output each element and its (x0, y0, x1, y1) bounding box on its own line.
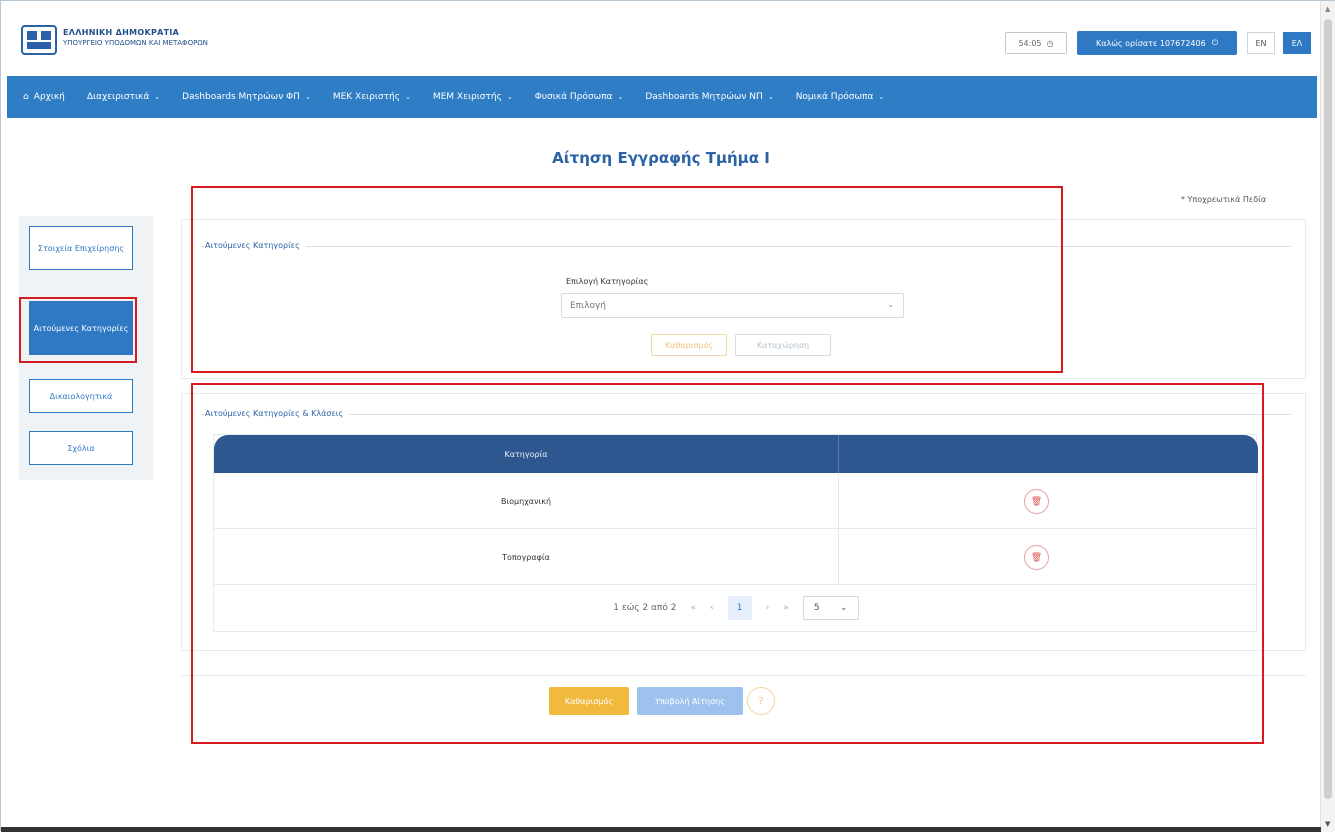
chevron-down-icon: ⌄ (154, 93, 161, 101)
vertical-scrollbar[interactable]: ▲ ▼ (1320, 1, 1335, 832)
user-menu-button[interactable]: Καλώς ορίσατε 107672406 ⏻ (1077, 31, 1237, 55)
nav-admin[interactable]: Διαχειριστικά ⌄ (87, 92, 160, 102)
session-timer: 54:05 ◷ (1005, 32, 1067, 54)
nav-legal-persons[interactable]: Νομικά Πρόσωπα ⌄ (796, 92, 885, 102)
nav-home-label: Αρχική (33, 92, 65, 102)
nav-mek[interactable]: ΜΕΚ Χειριστής ⌄ (333, 92, 411, 102)
nav-mem-label: ΜΕΜ Χειριστής (432, 92, 502, 102)
side-item-documents[interactable]: Δικαιολογητικά (29, 379, 133, 413)
chevron-down-icon: ⌄ (878, 93, 885, 101)
nav-mek-label: ΜΕΚ Χειριστής (332, 92, 400, 102)
ministry-logo-icon (21, 25, 57, 55)
clock-icon: ◷ (1046, 38, 1054, 48)
highlight-side-item (19, 297, 137, 363)
nav-dashboards-fp[interactable]: Dashboards Μητρώων ΦΠ ⌄ (182, 92, 311, 102)
nav-dashboards-np[interactable]: Dashboards Μητρώων ΝΠ ⌄ (645, 92, 773, 102)
nav-home[interactable]: ⌂ Αρχική (23, 92, 65, 102)
brand-line-2: ΥΠΟΥΡΓΕΙΟ ΥΠΟΔΟΜΩΝ ΚΑΙ ΜΕΤΑΦΟΡΩΝ (63, 39, 208, 47)
page-title: Αίτηση Εγγραφής Τμήμα Ι (552, 149, 770, 167)
required-fields-note: * Υποχρεωτικά Πεδία (1181, 195, 1267, 204)
window-bottom-edge (1, 827, 1321, 832)
nav-mem[interactable]: ΜΕΜ Χειριστής ⌄ (433, 92, 513, 102)
highlight-category-selection (191, 186, 1063, 373)
nav-natural-persons-label: Φυσικά Πρόσωπα (534, 92, 613, 102)
header: ΕΛΛΗΝΙΚΗ ΔΗΜΟΚΡΑΤΙΑ ΥΠΟΥΡΓΕΙΟ ΥΠΟΔΟΜΩΝ Κ… (7, 15, 1317, 71)
nav-natural-persons[interactable]: Φυσικά Πρόσωπα ⌄ (535, 92, 624, 102)
chevron-down-icon: ⌄ (767, 93, 774, 101)
home-icon: ⌂ (23, 92, 29, 102)
highlight-categories-table (191, 383, 1264, 744)
scroll-up-icon[interactable]: ▲ (1325, 5, 1330, 13)
brand-line-1: ΕΛΛΗΝΙΚΗ ΔΗΜΟΚΡΑΤΙΑ (63, 28, 180, 37)
nav-dashboards-np-label: Dashboards Μητρώων ΝΠ (645, 92, 763, 102)
side-item-comments[interactable]: Σχόλια (29, 431, 133, 465)
welcome-text: Καλώς ορίσατε 107672406 (1095, 38, 1206, 48)
scrollbar-thumb[interactable] (1324, 19, 1332, 799)
lang-en-button[interactable]: EN (1247, 32, 1275, 54)
timer-value: 54:05 (1018, 38, 1042, 48)
chevron-down-icon: ⌄ (506, 93, 513, 101)
side-item-company-details[interactable]: Στοιχεία Επιχείρησης (29, 226, 133, 270)
power-icon: ⏻ (1211, 38, 1219, 47)
main-nav: ⌂ Αρχική Διαχειριστικά ⌄ Dashboards Μητρ… (7, 76, 1317, 118)
nav-legal-persons-label: Νομικά Πρόσωπα (795, 92, 874, 102)
lang-el-button[interactable]: ΕΛ (1283, 32, 1311, 54)
app-window: ΕΛΛΗΝΙΚΗ ΔΗΜΟΚΡΑΤΙΑ ΥΠΟΥΡΓΕΙΟ ΥΠΟΔΟΜΩΝ Κ… (0, 0, 1335, 832)
chevron-down-icon: ⌄ (617, 93, 624, 101)
nav-admin-label: Διαχειριστικά (86, 92, 150, 102)
scroll-down-icon[interactable]: ▼ (1325, 820, 1330, 828)
chevron-down-icon: ⌄ (404, 93, 411, 101)
nav-dashboards-fp-label: Dashboards Μητρώων ΦΠ (182, 92, 300, 102)
chevron-down-icon: ⌄ (304, 93, 311, 101)
